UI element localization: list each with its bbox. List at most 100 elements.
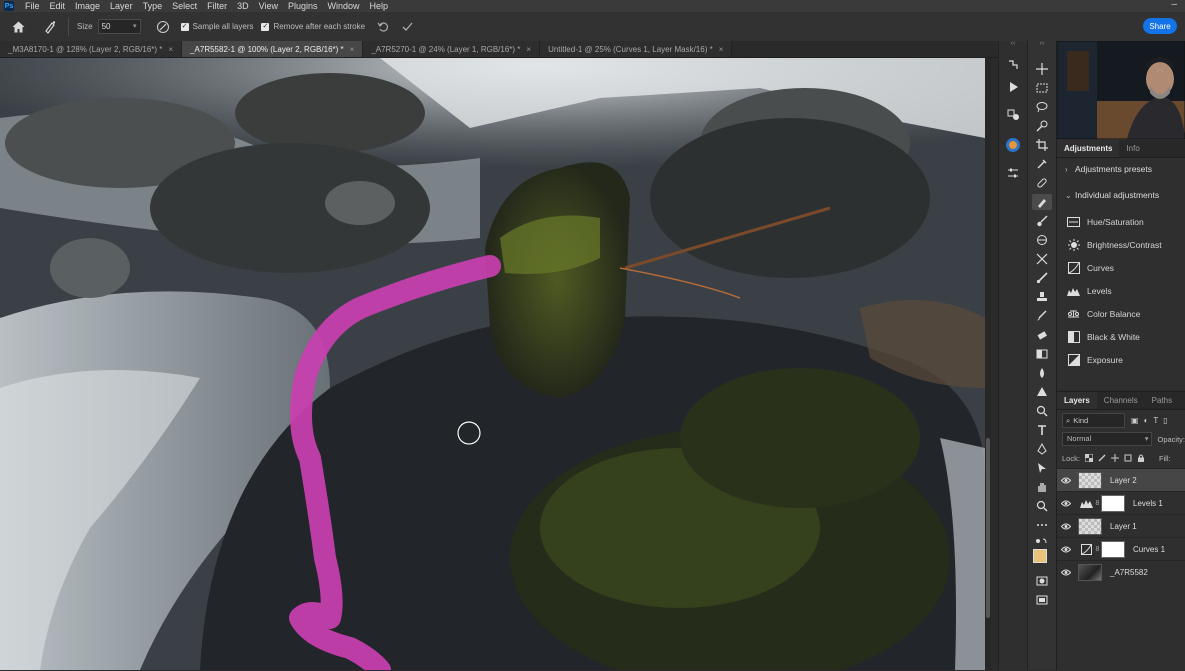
type-filter-icon[interactable]: T [1153,416,1158,425]
adjustments-presets-toggle[interactable]: › Adjustments presets [1057,158,1185,180]
stamp-tool-icon[interactable] [1032,289,1052,305]
size-field[interactable]: 50 ▾ [97,19,141,34]
history-icon[interactable] [1003,57,1023,73]
eye-icon[interactable] [1057,569,1075,576]
menu-image[interactable]: Image [70,0,105,12]
crop-tool-icon[interactable] [1032,137,1052,153]
eye-icon[interactable] [1057,546,1075,553]
menu-help[interactable]: Help [365,0,394,12]
adjustment-color-balance[interactable]: Color Balance [1057,302,1185,325]
layer-row[interactable]: _A7R5582 [1057,560,1185,583]
blend-mode-dropdown[interactable]: Normal ▾ [1062,432,1153,446]
menu-layer[interactable]: Layer [105,0,138,12]
dodge-tool-icon[interactable] [1032,384,1052,400]
menu-view[interactable]: View [254,0,283,12]
layer-row[interactable]: 8 Curves 1 [1057,537,1185,560]
minimize-button[interactable]: – [1171,0,1177,10]
tab-adjustments[interactable]: Adjustments [1057,140,1120,157]
adjustment-exposure[interactable]: Exposure [1057,348,1185,371]
blur-tool-icon[interactable] [1032,365,1052,381]
menu-select[interactable]: Select [167,0,202,12]
layer-row[interactable]: Layer 1 [1057,514,1185,537]
path-selection-tool-icon[interactable] [1032,460,1052,476]
lock-all-icon[interactable] [1137,454,1145,462]
menu-file[interactable]: File [20,0,45,12]
tab-paths[interactable]: Paths [1145,392,1179,409]
lock-artboard-icon[interactable] [1124,454,1132,462]
menu-type[interactable]: Type [138,0,168,12]
canvas-scrollbar[interactable] [985,58,991,670]
home-icon[interactable] [8,17,28,37]
plugin-badge-icon[interactable] [1003,137,1023,153]
scroll-thumb[interactable] [986,438,990,618]
zoom-tool-icon[interactable] [1032,403,1052,419]
close-icon[interactable]: × [350,45,355,54]
screen-mode-icon[interactable] [1032,592,1052,608]
layer-mask-thumbnail[interactable] [1101,494,1125,512]
type-tool-icon[interactable] [1032,422,1052,438]
eye-icon[interactable] [1057,477,1075,484]
pressure-size-icon[interactable] [153,17,173,37]
menu-filter[interactable]: Filter [202,0,232,12]
brush-tool-icon[interactable] [1032,213,1052,229]
image-filter-icon[interactable]: ▣ [1131,416,1139,425]
quick-mask-icon[interactable] [1032,573,1052,589]
gradient-tool-icon[interactable] [1032,346,1052,362]
foreground-color-swatch[interactable] [1033,549,1047,563]
collapse-panel-icon[interactable]: ‹‹ [999,40,1027,47]
document-tab[interactable]: _M3A8170-1 @ 128% (Layer 2, RGB/16*) * × [0,41,183,57]
individual-adjustments-toggle[interactable]: ⌄ Individual adjustments [1057,184,1185,206]
spot-healing-tool-icon[interactable] [1032,175,1052,191]
adjustment-levels[interactable]: Levels [1057,279,1185,302]
lasso-tool-icon[interactable] [1032,99,1052,115]
commit-check-icon[interactable] [397,17,417,37]
close-icon[interactable]: × [719,45,724,54]
zoom-icon[interactable] [1032,498,1052,514]
properties-sliders-icon[interactable] [1003,165,1023,181]
swap-colors-icon[interactable] [1032,533,1052,549]
more-tools-icon[interactable] [1032,517,1052,533]
remove-tool-icon[interactable] [40,17,60,37]
tab-info[interactable]: Info [1119,140,1146,157]
actions-play-icon[interactable] [1003,79,1023,95]
eye-icon[interactable] [1057,523,1075,530]
lock-position-icon[interactable] [1110,454,1119,462]
layer-row[interactable]: Layer 2 [1057,468,1185,491]
history-brush-tool-icon[interactable] [1032,251,1052,267]
layer-row[interactable]: 8 Levels 1 [1057,491,1185,514]
close-icon[interactable]: × [168,45,173,54]
document-tab-active[interactable]: _A7R5582-1 @ 100% (Layer 2, RGB/16*) * × [182,41,364,57]
document-canvas[interactable] [0,58,985,670]
adjustment-filter-icon[interactable]: ◐ [1144,416,1149,425]
tab-layers[interactable]: Layers [1057,392,1097,409]
remove-after-stroke-checkbox[interactable]: ✓ Remove after each stroke [261,22,365,31]
hand-tool-icon[interactable] [1032,479,1052,495]
menu-3d[interactable]: 3D [232,0,254,12]
pen-tool-icon[interactable] [1032,441,1052,457]
sample-all-layers-checkbox[interactable]: ✓ Sample all layers [180,22,253,31]
document-tab[interactable]: _A7R5270-1 @ 24% (Layer 1, RGB/16*) * × [363,41,541,57]
share-button[interactable]: Share [1143,18,1177,34]
quick-selection-tool-icon[interactable] [1032,118,1052,134]
move-tool-icon[interactable] [1032,61,1052,77]
adjustment-curves[interactable]: Curves [1057,256,1185,279]
remove-tool-icon[interactable] [1032,194,1052,210]
lock-transparent-icon[interactable] [1084,454,1093,462]
eyedropper-tool-icon[interactable] [1032,156,1052,172]
close-icon[interactable]: × [526,45,531,54]
clone-stamp-tool-icon[interactable] [1032,232,1052,248]
eye-icon[interactable] [1057,500,1075,507]
adjustment-brightness-contrast[interactable]: Brightness/Contrast [1057,233,1185,256]
link-icon[interactable]: 8 [1094,500,1101,507]
lock-pixels-icon[interactable] [1098,454,1106,462]
libraries-icon[interactable] [1003,107,1023,123]
shape-filter-icon[interactable]: ▯ [1163,416,1167,425]
adjustment-black-white[interactable]: Black & White [1057,325,1185,348]
marquee-tool-icon[interactable] [1032,80,1052,96]
tab-channels[interactable]: Channels [1097,392,1145,409]
menu-edit[interactable]: Edit [45,0,71,12]
adjustment-hue-saturation[interactable]: Hue/Saturation [1057,210,1185,233]
eraser-icon[interactable] [1032,327,1052,343]
collapse-toolbar-icon[interactable]: ‹‹ [1028,40,1056,47]
undo-icon[interactable] [373,17,393,37]
